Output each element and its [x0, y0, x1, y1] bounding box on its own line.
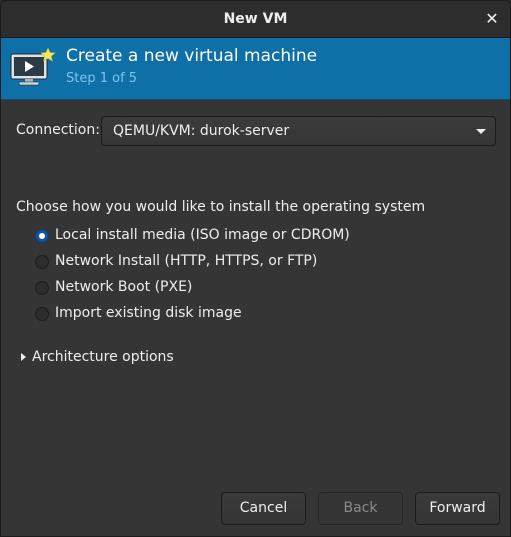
wizard-header: Create a new virtual machine Step 1 of 5: [1, 38, 510, 100]
connection-label: Connection:: [16, 122, 100, 138]
install-method-prompt: Choose how you would like to install the…: [16, 199, 426, 215]
radio-button[interactable]: [35, 255, 49, 269]
radio-label[interactable]: Local install media (ISO image or CDROM): [55, 227, 350, 243]
close-icon[interactable]: ✕: [482, 9, 502, 29]
chevron-right-icon: [21, 353, 26, 361]
radio-label[interactable]: Import existing disk image: [55, 305, 242, 321]
virtual-machine-new-icon: [10, 47, 56, 86]
radio-button-checked[interactable]: [35, 229, 49, 243]
cancel-button[interactable]: Cancel: [221, 492, 306, 525]
connection-selected-value: QEMU/KVM: durok-server: [113, 123, 290, 139]
connection-select[interactable]: QEMU/KVM: durok-server: [101, 116, 496, 146]
radio-button[interactable]: [35, 281, 49, 295]
chevron-down-icon: [476, 129, 486, 134]
expander-label[interactable]: Architecture options: [32, 349, 174, 365]
forward-button[interactable]: Forward: [415, 492, 500, 525]
radio-label[interactable]: Network Boot (PXE): [55, 279, 192, 295]
wizard-step: Step 1 of 5: [66, 71, 138, 86]
radio-button[interactable]: [35, 307, 49, 321]
radio-label[interactable]: Network Install (HTTP, HTTPS, or FTP): [55, 253, 317, 269]
back-button[interactable]: Back: [318, 492, 403, 525]
title-bar[interactable]: New VM ✕: [1, 1, 510, 38]
wizard-title: Create a new virtual machine: [66, 46, 318, 66]
window-title: New VM: [223, 11, 288, 27]
new-vm-dialog: New VM ✕ Create a new virtual machine St…: [0, 0, 511, 537]
